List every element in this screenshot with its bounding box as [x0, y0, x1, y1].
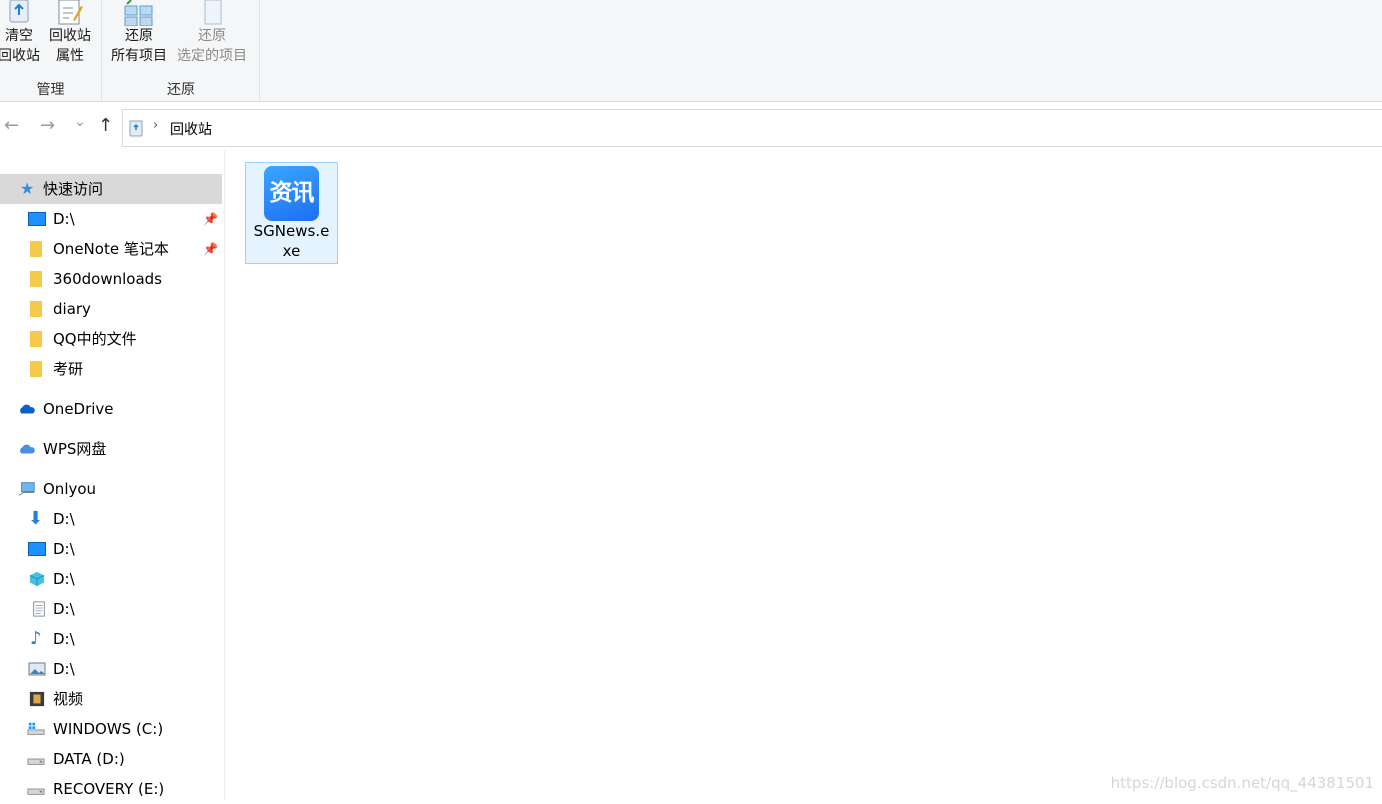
sidebar-item-onedrive[interactable]: OneDrive — [0, 394, 222, 424]
restore-all-label-1: 还原 — [125, 28, 153, 44]
onedrive-cloud-icon — [20, 404, 35, 414]
recycle-bin-empty-icon — [9, 0, 29, 23]
breadcrumb-chevron-icon[interactable]: › — [153, 118, 158, 133]
star-icon: ★ — [20, 179, 35, 198]
back-button[interactable]: ← — [4, 116, 19, 136]
sidebar-item-quick-4[interactable]: QQ中的文件 — [0, 324, 222, 354]
empty-recycle-bin-button[interactable]: 清空 回收站 — [0, 0, 40, 66]
sidebar-item-label: Onlyou — [43, 480, 97, 498]
pin-icon[interactable]: 📌 — [203, 234, 218, 264]
breadcrumb-recycle-bin[interactable]: 回收站 — [170, 119, 212, 139]
sidebar-item-drive-d[interactable]: DATA (D:) — [0, 744, 222, 774]
windows-drive-icon — [27, 722, 45, 735]
hard-drive-icon — [27, 758, 45, 765]
hard-drive-icon — [27, 788, 45, 795]
address-bar[interactable]: › 回收站 — [122, 109, 1382, 147]
computer-icon — [18, 482, 35, 496]
sidebar-item-label: D:\ — [53, 630, 75, 648]
sidebar-item-label: D:\ — [53, 510, 75, 528]
ribbon-group-manage: 清空 回收站 回收站 属性 管理 — [0, 0, 102, 100]
sidebar-item-desktop[interactable]: D:\ — [0, 534, 222, 564]
restore-selected-label-2: 选定的项目 — [177, 48, 247, 64]
sidebar-item-documents[interactable]: D:\ — [0, 594, 222, 624]
forward-button[interactable]: → — [40, 116, 55, 136]
recycle-bin-icon — [129, 120, 143, 137]
up-button[interactable]: ↑ — [98, 116, 113, 136]
sidebar-item-label: D:\ — [53, 570, 75, 588]
file-list: 资讯 SGNews.exe https://blog.csdn.net/qq_4… — [226, 150, 1382, 800]
empty-recycle-bin-label-2: 回收站 — [0, 48, 40, 64]
recycle-bin-properties-button[interactable]: 回收站 属性 — [46, 0, 94, 66]
sidebar-item-quick-5[interactable]: 考研 — [0, 354, 222, 384]
desktop-icon — [28, 212, 46, 226]
folder-icon — [30, 271, 42, 287]
restore-all-button[interactable]: 还原 所有项目 — [107, 0, 171, 66]
download-arrow-icon: ⬇ — [28, 508, 44, 529]
properties-label-1: 回收站 — [49, 28, 91, 44]
sidebar-item-label: QQ中的文件 — [53, 330, 137, 348]
sidebar-item-wps[interactable]: WPS网盘 — [0, 434, 222, 464]
file-item-sgnews[interactable]: 资讯 SGNews.exe — [245, 162, 338, 264]
sidebar-item-quick-access[interactable]: ★ 快速访问 — [0, 174, 222, 204]
cube-icon — [29, 571, 45, 587]
wps-cloud-icon — [20, 444, 35, 454]
folder-icon — [30, 241, 42, 257]
picture-icon — [28, 662, 46, 676]
empty-recycle-bin-label-1: 清空 — [5, 28, 33, 44]
sidebar-item-downloads[interactable]: ⬇ D:\ — [0, 504, 222, 534]
group-label-restore: 还原 — [167, 82, 195, 98]
sidebar-item-videos[interactable]: 视频 — [0, 684, 222, 714]
sidebar-item-this-pc[interactable]: Onlyou — [0, 474, 222, 504]
restore-all-label-2: 所有项目 — [111, 48, 167, 64]
sidebar-item-music[interactable]: ♪ D:\ — [0, 624, 222, 654]
sidebar-item-label: OneDrive — [43, 400, 114, 418]
sidebar-item-label: OneNote 笔记本 — [53, 240, 169, 258]
sgnews-app-icon: 资讯 — [264, 166, 319, 221]
sidebar-item-3d-objects[interactable]: D:\ — [0, 564, 222, 594]
folder-icon — [30, 361, 42, 377]
restore-selected-label-1: 还原 — [198, 28, 226, 44]
sidebar-item-label: D:\ — [53, 540, 75, 558]
sidebar-item-label: D:\ — [53, 660, 75, 678]
sidebar-item-drive-c[interactable]: WINDOWS (C:) — [0, 714, 222, 744]
sidebar-item-label: 快速访问 — [43, 180, 104, 198]
folder-icon — [30, 301, 42, 317]
sidebar-item-label: D:\ — [53, 210, 75, 228]
sidebar-item-quick-3[interactable]: diary — [0, 294, 222, 324]
document-icon — [33, 601, 45, 617]
restore-selected-icon — [204, 0, 222, 25]
folder-icon — [30, 331, 42, 347]
ribbon-group-restore: 还原 所有项目 还原 选定的项目 还原 — [103, 0, 260, 100]
sidebar-item-label: 360downloads — [53, 270, 162, 288]
restore-all-icon — [124, 0, 153, 26]
sidebar-item-quick-1[interactable]: OneNote 笔记本 📌 — [0, 234, 222, 264]
sidebar-item-pictures[interactable]: D:\ — [0, 654, 222, 684]
group-label-manage: 管理 — [36, 82, 65, 98]
navigation-bar: ← → ⌄ ↑ › 回收站 — [0, 102, 1382, 150]
sidebar-item-label: diary — [53, 300, 91, 318]
pin-icon[interactable]: 📌 — [203, 204, 218, 234]
restore-selected-button[interactable]: 还原 选定的项目 — [173, 0, 251, 66]
properties-label-2: 属性 — [56, 48, 84, 64]
recent-locations-button[interactable]: ⌄ — [74, 112, 86, 132]
ribbon: 清空 回收站 回收站 属性 管理 还原 所有项目 还原 选定的项目 还原 — [0, 0, 1382, 102]
file-name: SGNews.exe — [253, 222, 330, 260]
sidebar-item-label: WINDOWS (C:) — [53, 720, 164, 738]
sidebar-item-label: D:\ — [53, 600, 75, 618]
navigation-pane: ★ 快速访问 D:\ 📌 OneNote 笔记本 📌 360downloads … — [0, 150, 225, 800]
sidebar-item-label: DATA (D:) — [53, 750, 125, 768]
sidebar-item-label: WPS网盘 — [43, 440, 107, 458]
properties-icon — [58, 0, 83, 25]
sidebar-item-label: 视频 — [53, 690, 84, 708]
music-note-icon: ♪ — [30, 628, 42, 649]
desktop-icon — [28, 542, 46, 556]
sidebar-item-label: 考研 — [53, 360, 84, 378]
film-icon — [29, 691, 45, 707]
sidebar-item-quick-0[interactable]: D:\ 📌 — [0, 204, 222, 234]
watermark: https://blog.csdn.net/qq_44381501 — [1110, 774, 1374, 792]
sidebar-item-quick-2[interactable]: 360downloads — [0, 264, 222, 294]
